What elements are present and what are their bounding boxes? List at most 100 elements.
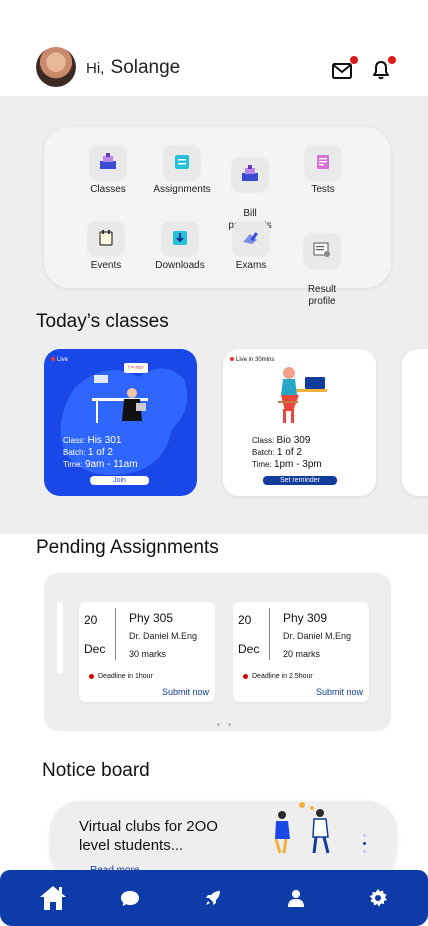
bill-payments-icon [232,157,268,191]
subject: Phy 309 [283,611,328,625]
live-status: Live in 30mins [230,357,274,363]
bottom-navigation [0,870,428,926]
class-card-bio309[interactable]: Live in 30mins Class: Bio 309 Batch: 1 o… [223,349,376,496]
menu-events[interactable]: Events [66,221,146,272]
user-name: Solange [110,57,181,78]
due-day: 20 [238,613,252,627]
assignment-card-phy305[interactable]: 20 Dec Phy 305 Dr. Daniel M.Eng 30 marks… [79,602,215,702]
menu-classes-label: Classes [90,184,126,195]
mail-button[interactable] [332,56,358,82]
batch-value: 1 of 2 [276,447,302,458]
class-label: Class: [252,436,275,445]
class-info: Class: Bio 309 Batch: 1 of 2 Time: 1pm -… [252,435,322,471]
live-status-text: Live in 30mins [236,357,275,363]
due-day: 20 [84,613,98,627]
due-month: Dec [238,642,260,656]
time-label: Time: [252,460,272,469]
batch-label: Batch: [63,448,86,457]
class-info: Class: His 301 Batch: 1 of 2 Time: 9am -… [63,435,138,471]
menu-downloads-label: Downloads [155,260,205,271]
bell-icon [373,61,389,80]
notice-pager [363,834,367,854]
events-icon [88,221,124,255]
quick-menu: Classes Assignments Bill payments Tests … [44,127,391,307]
class-name: Bio 309 [276,435,311,446]
menu-tests[interactable]: Tests [283,145,363,196]
exams-icon [233,221,269,255]
result-profile-icon [304,233,340,267]
divider [115,608,116,660]
greeting-prefix: Hi, [86,60,105,77]
rocket-icon [206,891,220,905]
menu-events-label: Events [90,260,122,271]
greeting: Hi, Solange [86,57,180,79]
bell-badge [388,56,396,64]
assignment-card-peek[interactable] [57,602,63,674]
nav-explore[interactable] [200,870,226,926]
clubs-illustration [274,802,330,854]
student-illustration [278,367,327,423]
classroom-illustration [60,368,188,475]
menu-assignments-label: Assignments [153,184,211,195]
mail-icon [332,63,352,79]
tests-icon [305,145,341,179]
class-label: Class: [63,436,86,445]
marks: 20 marks [283,649,321,659]
submit-now-link[interactable]: Submit now [316,687,363,697]
formula-sign: f = mc² [124,363,148,373]
class-name: His 301 [87,435,122,446]
notifications-button[interactable] [372,56,396,82]
app-header: Hi, Solange [0,0,428,96]
chat-icon [121,891,139,906]
deadline-text: Deadline in 1hour [98,673,153,680]
menu-tests-label: Tests [311,184,335,195]
due-month: Dec [84,642,106,656]
classes-icon [90,145,126,179]
class-card-peek[interactable] [402,349,428,496]
batch-value: 1 of 2 [87,447,113,458]
menu-bill-payments[interactable]: Bill payments [210,145,290,232]
divider [269,608,270,660]
menu-downloads[interactable]: Downloads [140,221,220,272]
class-card-his301[interactable]: Live f = mc² Class: His 301 Batch: 1 of … [44,349,197,496]
menu-exams-label: Exams [235,260,267,271]
time-value: 1pm - 3pm [273,459,322,470]
menu-exams[interactable]: Exams [211,221,291,272]
todays-classes-title: Today’s classes [36,311,169,332]
nav-chat[interactable] [116,870,144,926]
assignments-icon [164,145,200,179]
nav-profile[interactable] [284,870,308,926]
menu-classes[interactable]: Classes [68,145,148,196]
notice-headline: Virtual clubs for 2OO level students... [79,818,218,854]
subject: Phy 305 [129,611,174,625]
lecturer: Dr. Daniel M.Eng [283,631,352,641]
live-status: Live [51,357,68,363]
pending-assignments-title: Pending Assignments [36,537,219,558]
notice-card[interactable]: Virtual clubs for 2OO level students... … [50,801,397,881]
join-button[interactable]: Join [90,476,149,485]
menu-result-profile-label: Result profile [307,284,337,307]
mail-badge [350,56,358,64]
deadline: Deadline in 1hour [89,673,153,680]
deadline: Deadline in 2.5hour [243,673,313,680]
deadline-text: Deadline in 2.5hour [252,673,313,680]
marks: 30 marks [129,649,167,659]
notice-board-title: Notice board [42,760,150,781]
lecturer: Dr. Daniel M.Eng [129,631,198,641]
settings-icon [369,889,387,907]
profile-icon [288,890,304,907]
carousel-dots [217,713,235,726]
submit-now-link[interactable]: Submit now [162,687,209,697]
live-status-text: Live [57,357,69,363]
assignment-card-phy309[interactable]: 20 Dec Phy 309 Dr. Daniel M.Eng 20 marks… [233,602,369,702]
nav-home[interactable] [34,870,72,926]
avatar[interactable] [36,47,76,87]
nav-settings[interactable] [366,870,390,926]
downloads-icon [162,221,198,255]
set-reminder-button[interactable]: Set reminder [263,476,337,485]
time-value: 9am - 11am [84,459,138,470]
batch-label: Batch: [252,448,275,457]
time-label: Time: [63,460,83,469]
menu-result-profile[interactable]: Result profile [282,221,362,308]
home-icon [40,886,66,910]
